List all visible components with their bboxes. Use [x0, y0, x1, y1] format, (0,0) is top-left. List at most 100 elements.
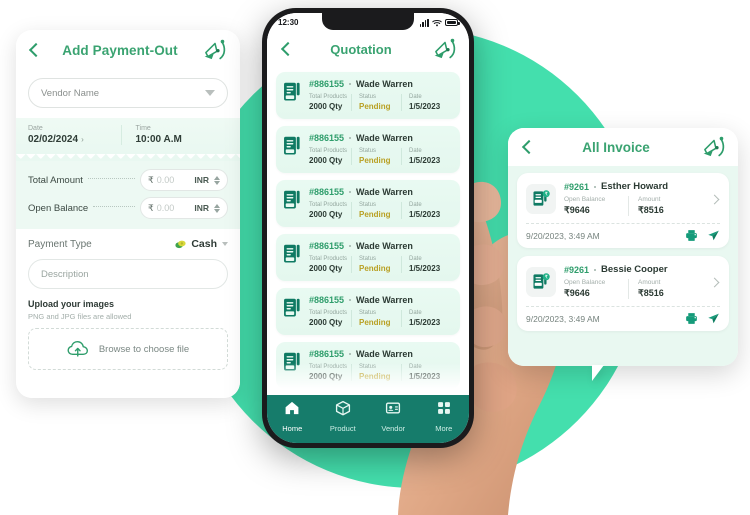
quotation-card[interactable]: #886155 Wade Warren Total Products 2000 Qty…	[276, 180, 460, 227]
bottom-navigation[interactable]: Home Product Vendor More	[267, 395, 469, 443]
quotation-date: 1/5/2023	[409, 372, 441, 381]
open-balance-row: Open Balance ₹ 0.00 INR	[28, 197, 228, 219]
brand-bird-logo	[703, 136, 725, 157]
time-field[interactable]: Time 10:00 A.M	[120, 125, 229, 145]
zigzag-divider	[16, 154, 240, 161]
date-chevron-icon: ›	[81, 135, 84, 144]
chevron-right-icon[interactable]	[710, 194, 720, 204]
quotation-id: #886155	[309, 79, 345, 89]
quotation-card[interactable]: #886155 Wade Warren Total Products 2000 Qty…	[276, 342, 460, 389]
wifi-icon	[432, 19, 442, 26]
quotation-card[interactable]: #886155 Wade Warren Total Products 2000 Qty…	[276, 126, 460, 173]
quotation-card[interactable]: #886155 Wade Warren Total Products 2000 Qty…	[276, 288, 460, 335]
invoice-open-balance-cell: Open Balance ₹9646	[564, 279, 628, 299]
status-badge: Pending	[359, 264, 391, 273]
nav-label: Vendor	[381, 424, 406, 433]
nav-label: Product	[329, 424, 356, 433]
column-header-date: Date	[409, 94, 422, 100]
quotation-document-icon	[284, 298, 300, 317]
nav-item-vendor[interactable]: Vendor	[368, 400, 419, 433]
separator-dot	[594, 185, 597, 188]
quotation-id: #886155	[309, 295, 345, 305]
speech-bubble-tail	[592, 365, 604, 381]
stepper-icon[interactable]	[214, 175, 220, 185]
nav-item-product[interactable]: Product	[318, 400, 369, 433]
invoice-id: #9261	[564, 181, 590, 192]
column-header-products: Total Products	[309, 94, 348, 100]
total-amount-input[interactable]: ₹ 0.00 INR	[140, 169, 228, 191]
column-header-products: Total Products	[309, 310, 348, 316]
invoice-card[interactable]: ₹ #9261 Bessie Cooper Open Balance ₹9646 Amo…	[517, 256, 729, 331]
quotation-customer-name: Wade Warren	[356, 187, 413, 197]
invoice-list[interactable]: ₹ #9261 Esther Howard Open Balance ₹9646 Amo…	[508, 166, 738, 366]
stepper-icon[interactable]	[214, 203, 220, 213]
chevron-right-icon[interactable]	[710, 277, 720, 287]
quotation-date-cell: Date 1/5/2023	[401, 256, 451, 273]
quotation-qty: 2000 Qty	[309, 210, 343, 219]
back-chevron-icon[interactable]	[278, 41, 294, 57]
invoice-datetime: 9/20/2023, 3:49 AM	[526, 313, 600, 324]
quotation-date-cell: Date 1/5/2023	[401, 202, 451, 219]
quotation-qty: 2000 Qty	[309, 102, 343, 111]
column-header-status: Status	[359, 364, 377, 370]
quotation-date: 1/5/2023	[409, 102, 441, 111]
separator-dot	[349, 191, 352, 193]
quotation-customer-name: Wade Warren	[356, 295, 413, 305]
invoice-amount: ₹8516	[638, 288, 664, 298]
signal-bars-icon	[419, 18, 429, 27]
grid-more-icon	[436, 400, 452, 421]
payment-type-row[interactable]: Payment Type Cash	[28, 238, 228, 250]
rupee-symbol: ₹	[148, 174, 154, 185]
quotation-list[interactable]: #886155 Wade Warren Total Products 2000 Qty…	[267, 66, 469, 395]
invoice-open-balance: ₹9646	[564, 205, 590, 215]
cloud-upload-icon	[67, 340, 88, 357]
column-header-status: Status	[359, 310, 377, 316]
phone-page-title: Quotation	[330, 41, 392, 57]
date-field[interactable]: Date 02/02/2024 ›	[28, 125, 121, 145]
column-header-date: Date	[409, 364, 422, 370]
dotted-leader	[87, 178, 135, 179]
nav-label: Home	[282, 424, 303, 433]
quotation-products-cell: Total Products 2000 Qty	[309, 94, 351, 111]
quotation-card[interactable]: #886155 Wade Warren Total Products 2000 Qty…	[276, 72, 460, 119]
payment-section: Payment Type Cash Description Upload you…	[16, 229, 240, 370]
invoice-icon-box: ₹	[526, 266, 556, 297]
nav-item-home[interactable]: Home	[267, 400, 318, 433]
invoice-document-icon: ₹	[533, 273, 550, 289]
quotation-card[interactable]: #886155 Wade Warren Total Products 2000 Qty…	[276, 234, 460, 281]
status-badge: Pending	[359, 156, 391, 165]
printer-icon[interactable]	[685, 312, 698, 325]
brand-bird-logo	[204, 39, 226, 60]
vendor-name-select[interactable]: Vendor Name	[28, 78, 228, 108]
phone-screen: 12:30 Quotation #886155 Wade Warren Tota…	[267, 13, 469, 443]
description-input[interactable]: Description	[28, 259, 228, 289]
send-plane-icon[interactable]	[707, 312, 720, 325]
send-plane-icon[interactable]	[707, 229, 720, 242]
invoice-datetime: 9/20/2023, 3:49 AM	[526, 230, 600, 241]
vendor-row: Vendor Name	[16, 70, 240, 118]
column-header-amount: Amount	[638, 196, 661, 203]
quotation-document-icon	[284, 136, 300, 155]
nav-item-more[interactable]: More	[419, 400, 470, 433]
svg-text:₹: ₹	[545, 191, 548, 197]
quotation-date-cell: Date 1/5/2023	[401, 148, 451, 165]
status-bar-time: 12:30	[278, 18, 299, 27]
back-chevron-icon[interactable]	[26, 42, 42, 58]
invoice-card[interactable]: ₹ #9261 Esther Howard Open Balance ₹9646 Amo…	[517, 173, 729, 248]
right-panel-header: All Invoice	[508, 128, 738, 166]
open-balance-currency: INR	[194, 203, 209, 213]
quotation-products-cell: Total Products 2000 Qty	[309, 364, 351, 381]
file-dropzone[interactable]: Browse to choose file	[28, 328, 228, 370]
open-balance-input[interactable]: ₹ 0.00 INR	[140, 197, 228, 219]
quotation-products-cell: Total Products 2000 Qty	[309, 202, 351, 219]
quotation-customer-name: Wade Warren	[356, 241, 413, 251]
quotation-document-icon	[284, 352, 300, 371]
upload-subtitle: PNG and JPG files are allowed	[28, 312, 132, 321]
column-header-date: Date	[409, 256, 422, 262]
total-amount-value: 0.00	[156, 175, 175, 185]
quotation-status-cell: Status Pending	[351, 94, 401, 111]
svg-text:₹: ₹	[545, 274, 548, 280]
printer-icon[interactable]	[685, 229, 698, 242]
upload-title: Upload your images	[28, 299, 115, 309]
back-chevron-icon[interactable]	[519, 139, 535, 155]
